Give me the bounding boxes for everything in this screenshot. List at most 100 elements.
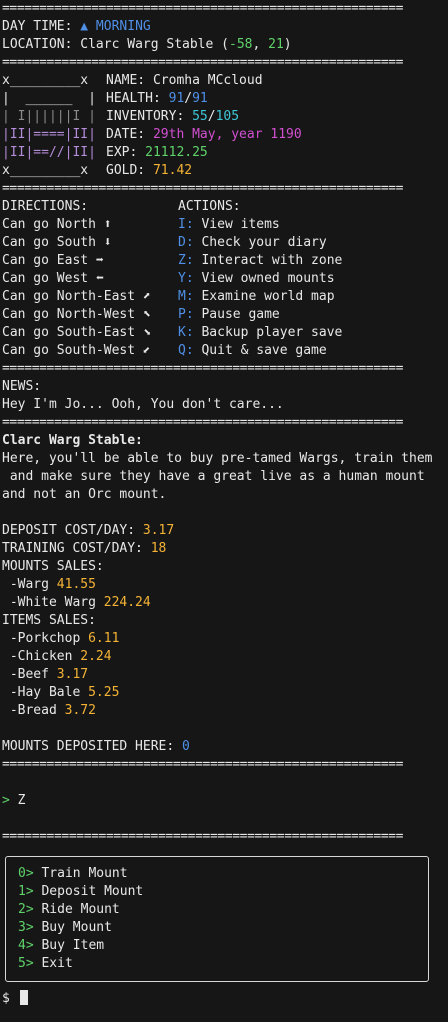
separator: ========================================…: [2, 415, 404, 430]
date-label: DATE:: [106, 127, 153, 142]
direction-item: Can go South ⬇: [2, 235, 112, 250]
location-y: 21: [268, 37, 284, 52]
day-time-label: DAY TIME:: [2, 19, 81, 34]
location-label: LOCATION:: [2, 37, 81, 52]
menu-item-train-mount[interactable]: 0> Train Mount: [18, 865, 428, 883]
separator: ========================================…: [2, 829, 404, 844]
item-sale-item: -Porkchop 6.11: [2, 630, 448, 648]
exp-label: EXP:: [106, 145, 146, 160]
menu-item-ride-mount[interactable]: 2> Ride Mount: [18, 901, 428, 919]
action-item: I: View items: [178, 216, 448, 234]
location-x: -58: [229, 37, 253, 52]
mount-name: -White Warg: [2, 595, 104, 610]
directions-actions-panel: DIRECTIONS: Can go North ⬆ Can go South …: [2, 198, 448, 360]
items-sales-title: ITEMS SALES:: [2, 613, 96, 628]
menu-key: 4>: [18, 938, 34, 953]
action-key: D:: [178, 235, 194, 250]
item-price: 3.72: [64, 703, 96, 718]
mount-sale-item: -White Warg 224.24: [2, 594, 448, 612]
action-label: Pause game: [193, 307, 280, 322]
input-prompt: >: [2, 793, 18, 808]
ascii-art-line: x_________x: [2, 163, 89, 178]
menu-label: Buy Mount: [33, 920, 112, 935]
action-label: View items: [193, 217, 280, 232]
health-max: 91: [192, 91, 208, 106]
separator: ========================================…: [2, 55, 404, 70]
action-key: Z:: [178, 253, 194, 268]
text-cursor[interactable]: [19, 990, 28, 1005]
stats-row-name: x_________x NAME: Cromha MCcloud: [2, 72, 448, 90]
action-label: Interact with zone: [193, 253, 343, 268]
direction-item: Can go East ➡: [2, 253, 104, 268]
ascii-art-line: | ______ |: [2, 91, 96, 106]
ascii-art-line: |II|==//|II|: [2, 145, 96, 160]
item-name: -Porkchop: [2, 631, 89, 646]
item-name: -Hay Bale: [2, 685, 89, 700]
actions-list: ACTIONS: I: View items D: Check your dia…: [178, 198, 448, 360]
directions-title: DIRECTIONS:: [2, 199, 89, 214]
name-label: NAME:: [106, 73, 153, 88]
actions-title: ACTIONS:: [178, 199, 241, 214]
ascii-art-line: |II|====|II|: [2, 127, 96, 142]
mount-price: 41.55: [56, 577, 96, 592]
zone-description-line: and make sure they have a great live as …: [2, 469, 425, 484]
action-item: Y: View owned mounts: [178, 270, 448, 288]
item-price: 6.11: [88, 631, 120, 646]
training-cost-value: 18: [150, 541, 167, 556]
direction-item: Can go South-East ⬊: [2, 325, 151, 340]
location-name: Clarc Warg Stable (: [80, 37, 229, 52]
inventory-max: 105: [215, 109, 240, 124]
action-key: M:: [178, 289, 194, 304]
stats-row-health: | ______ | HEALTH: 91/91: [2, 91, 208, 106]
direction-item: Can go West ⬅: [2, 271, 104, 286]
mounts-deposited-value: 0: [182, 739, 190, 754]
news-title: NEWS:: [2, 379, 42, 394]
menu-key: 3>: [18, 920, 34, 935]
direction-item: Can go North ⬆: [2, 217, 112, 232]
action-item: Q: Quit & save game: [178, 342, 448, 360]
location-sep: ,: [252, 37, 269, 52]
menu-item-deposit-mount[interactable]: 1> Deposit Mount: [18, 883, 428, 901]
item-name: -Bread: [2, 703, 65, 718]
deposit-cost-row: DEPOSIT COST/DAY: 3.17: [2, 522, 448, 540]
menu-label: Ride Mount: [33, 902, 120, 917]
action-key: Y:: [178, 271, 194, 286]
action-item: M: Examine world map: [178, 288, 448, 306]
stats-row-exp: |II|==//|II| EXP: 21112.25: [2, 144, 448, 162]
item-price: 5.25: [88, 685, 120, 700]
news-text: Hey I'm Jo... Ooh, You don't care...: [2, 397, 284, 412]
zone-description-line: Here, you'll be able to buy pre-tamed Wa…: [2, 451, 433, 466]
item-name: -Beef: [2, 667, 57, 682]
separator: ========================================…: [2, 757, 404, 772]
inventory-current: 55: [192, 109, 208, 124]
action-key: P:: [178, 307, 194, 322]
direction-item: Can go North-West ⬉: [2, 307, 151, 322]
action-key: Q:: [178, 343, 194, 358]
ascii-art-line: x_________x: [2, 73, 89, 88]
item-price: 3.17: [56, 667, 89, 682]
menu-label: Train Mount: [33, 866, 128, 881]
direction-item: Can go South-West ⬋: [2, 343, 151, 358]
zone-description-line: and not an Orc mount.: [2, 487, 167, 502]
command-input-line[interactable]: > Z: [2, 792, 448, 810]
mount-price: 224.24: [103, 595, 151, 610]
action-item: Z: Interact with zone: [178, 252, 448, 270]
command-input-value[interactable]: Z: [18, 793, 26, 808]
inventory-label: INVENTORY:: [106, 109, 193, 124]
location-row: LOCATION: Clarc Warg Stable (-58, 21): [2, 36, 448, 54]
menu-item-buy-item[interactable]: 4> Buy Item: [18, 937, 428, 955]
action-label: Check your diary: [193, 235, 327, 250]
shell-prompt-line[interactable]: $: [2, 990, 28, 1008]
menu-item-buy-mount[interactable]: 3> Buy Mount: [18, 919, 428, 937]
action-label: Backup player save: [193, 325, 343, 340]
stats-row-gold: x_________x GOLD: 71.42: [2, 162, 448, 180]
location-close: ): [283, 37, 292, 52]
separator: ========================================…: [2, 181, 404, 196]
stats-row-inventory: | I||||||I | INVENTORY: 55/105: [2, 109, 240, 124]
terminal-window: ========================================…: [0, 0, 448, 846]
menu-item-exit[interactable]: 5> Exit: [18, 955, 428, 973]
choice-menu: 0> Train Mount 1> Deposit Mount 2> Ride …: [5, 856, 429, 982]
